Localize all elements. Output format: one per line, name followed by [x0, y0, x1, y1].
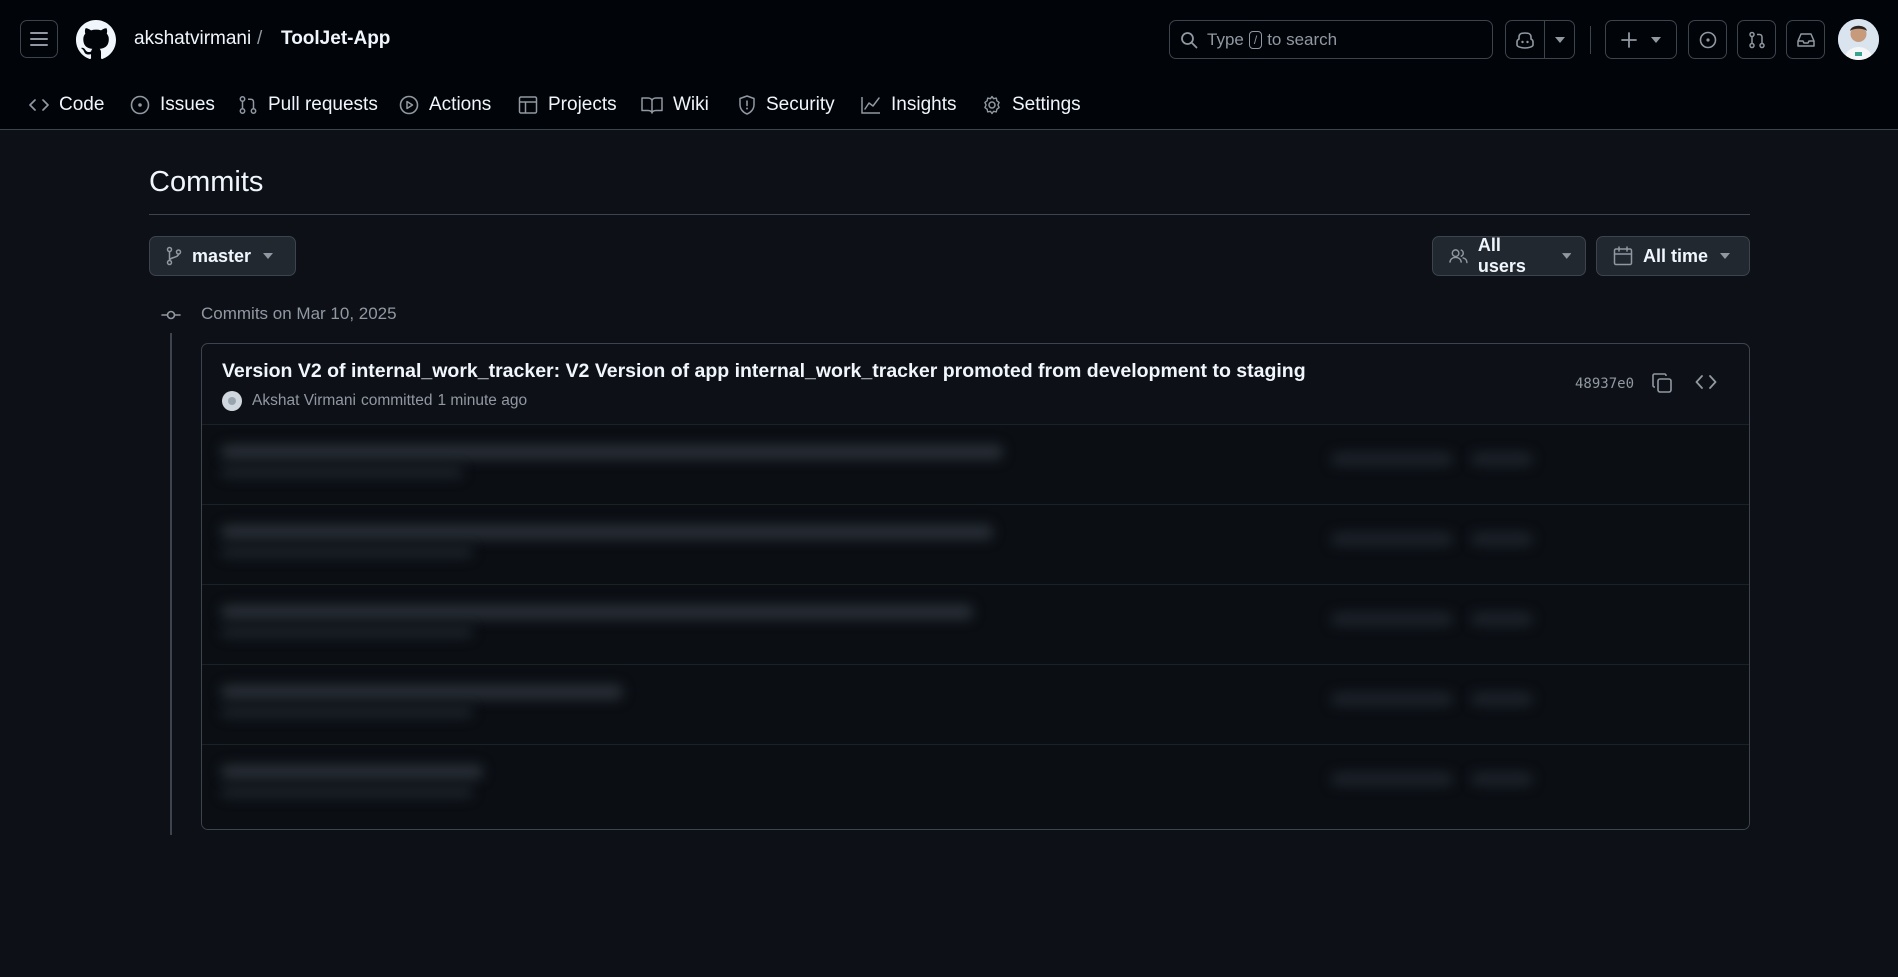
- commit-sha-link[interactable]: 48937e0: [1575, 376, 1634, 392]
- tab-projects[interactable]: Projects: [518, 90, 617, 120]
- title-divider: [149, 214, 1750, 215]
- commit-list: Version V2 of internal_work_tracker: V2 …: [201, 343, 1750, 830]
- commit-day-heading: Commits on Mar 10, 2025: [201, 304, 397, 323]
- branch-name: master: [192, 245, 252, 266]
- repo-nav: Code Issues Pull requests Actions Projec…: [0, 80, 1898, 130]
- book-icon: [641, 97, 663, 114]
- tab-label: Issues: [160, 94, 215, 115]
- create-new-button[interactable]: [1605, 20, 1677, 59]
- tab-label: Pull requests: [268, 94, 378, 115]
- search-input[interactable]: Type / to search: [1169, 20, 1493, 59]
- tab-code[interactable]: Code: [29, 90, 104, 120]
- inbox-button[interactable]: [1786, 20, 1825, 59]
- blurred-row: [202, 664, 1749, 745]
- tab-label: Actions: [429, 94, 492, 115]
- tab-actions[interactable]: Actions: [399, 90, 491, 120]
- users-filter-button[interactable]: All users: [1432, 235, 1586, 276]
- commit-action: committed: [360, 392, 433, 409]
- tab-security[interactable]: Security: [738, 90, 835, 120]
- timeline-line: [170, 333, 172, 835]
- branch-selector-button[interactable]: master: [149, 236, 296, 276]
- issue-icon: [1699, 31, 1716, 48]
- chevron-down-icon: [263, 253, 274, 259]
- blurred-row: [202, 504, 1749, 585]
- author-avatar[interactable]: [222, 391, 242, 411]
- copilot-dropdown-button[interactable]: [1545, 21, 1574, 58]
- blurred-row: [202, 744, 1749, 825]
- blurred-row: [202, 424, 1749, 505]
- gear-icon: [984, 95, 1000, 115]
- chevron-down-icon: [1720, 253, 1731, 259]
- copilot-icon: [1516, 31, 1534, 49]
- issues-shortcut-button[interactable]: [1688, 20, 1727, 59]
- tab-issues[interactable]: Issues: [130, 90, 215, 120]
- commit-meta: Akshat Virmani committed 1 minute ago: [222, 391, 527, 411]
- commit-author[interactable]: Akshat Virmani: [252, 392, 356, 410]
- pull-requests-shortcut-button[interactable]: [1737, 20, 1776, 59]
- tab-label: Insights: [891, 94, 957, 115]
- copilot-button-group: [1505, 20, 1575, 59]
- graph-icon: [861, 97, 880, 114]
- code-icon: [29, 99, 49, 111]
- browse-code-icon[interactable]: [1695, 373, 1717, 391]
- users-filter-label: All users: [1477, 235, 1526, 276]
- blurred-row: [202, 584, 1749, 665]
- hamburger-icon: [30, 32, 48, 46]
- commit-row: Version V2 of internal_work_tracker: V2 …: [202, 344, 1749, 424]
- git-pull-request-icon: [239, 96, 257, 114]
- chevron-down-icon: [1561, 253, 1571, 259]
- chevron-down-icon: [1651, 36, 1661, 43]
- people-icon: [1449, 249, 1468, 264]
- tab-pull-requests[interactable]: Pull requests: [238, 90, 378, 120]
- tab-label: Code: [59, 94, 105, 115]
- tab-wiki[interactable]: Wiki: [641, 90, 709, 120]
- chevron-down-icon: [1554, 36, 1565, 43]
- breadcrumb-repo[interactable]: ToolJet-App: [281, 28, 390, 50]
- app-header: akshatvirmani / ToolJet-App Type / to se…: [0, 0, 1898, 130]
- github-logo[interactable]: [76, 20, 116, 60]
- issue-opened-icon: [130, 95, 150, 115]
- blurred-commit-rows: [202, 424, 1749, 829]
- commit-time: 1 minute ago: [437, 392, 528, 409]
- time-filter-button[interactable]: All time: [1596, 236, 1750, 276]
- breadcrumb-owner[interactable]: akshatvirmani: [134, 28, 251, 50]
- commit-message-link[interactable]: Version V2 of internal_work_tracker: V2 …: [222, 360, 1306, 383]
- hamburger-menu-button[interactable]: [20, 20, 58, 58]
- tab-label: Wiki: [673, 94, 709, 115]
- search-shortcut-key: /: [1248, 30, 1263, 49]
- search-placeholder-prefix: Type: [1207, 29, 1244, 49]
- play-icon: [399, 95, 419, 115]
- page-title: Commits: [149, 166, 264, 198]
- tab-label: Security: [766, 94, 835, 115]
- avatar-image: [1838, 19, 1879, 60]
- inbox-icon: [1796, 32, 1815, 47]
- tab-label: Projects: [548, 94, 617, 115]
- search-icon: [1181, 31, 1198, 48]
- copy-icon[interactable]: [1651, 372, 1673, 394]
- calendar-icon: [1613, 246, 1633, 266]
- breadcrumb-separator: /: [257, 28, 263, 49]
- top-bar: akshatvirmani / ToolJet-App Type / to se…: [0, 0, 1898, 80]
- git-branch-icon: [166, 246, 182, 266]
- copilot-button[interactable]: [1506, 21, 1545, 58]
- pull-request-icon: [1748, 31, 1765, 48]
- tab-settings[interactable]: Settings: [982, 90, 1081, 120]
- table-icon: [518, 96, 538, 114]
- plus-icon: [1621, 31, 1637, 48]
- user-avatar[interactable]: [1838, 19, 1879, 60]
- time-filter-label: All time: [1643, 245, 1709, 266]
- search-placeholder-suffix: to search: [1267, 29, 1338, 49]
- shield-icon: [739, 95, 755, 115]
- git-commit-icon: [161, 310, 181, 320]
- tab-label: Settings: [1012, 94, 1081, 115]
- header-divider: [1590, 26, 1591, 54]
- tab-insights[interactable]: Insights: [861, 90, 956, 120]
